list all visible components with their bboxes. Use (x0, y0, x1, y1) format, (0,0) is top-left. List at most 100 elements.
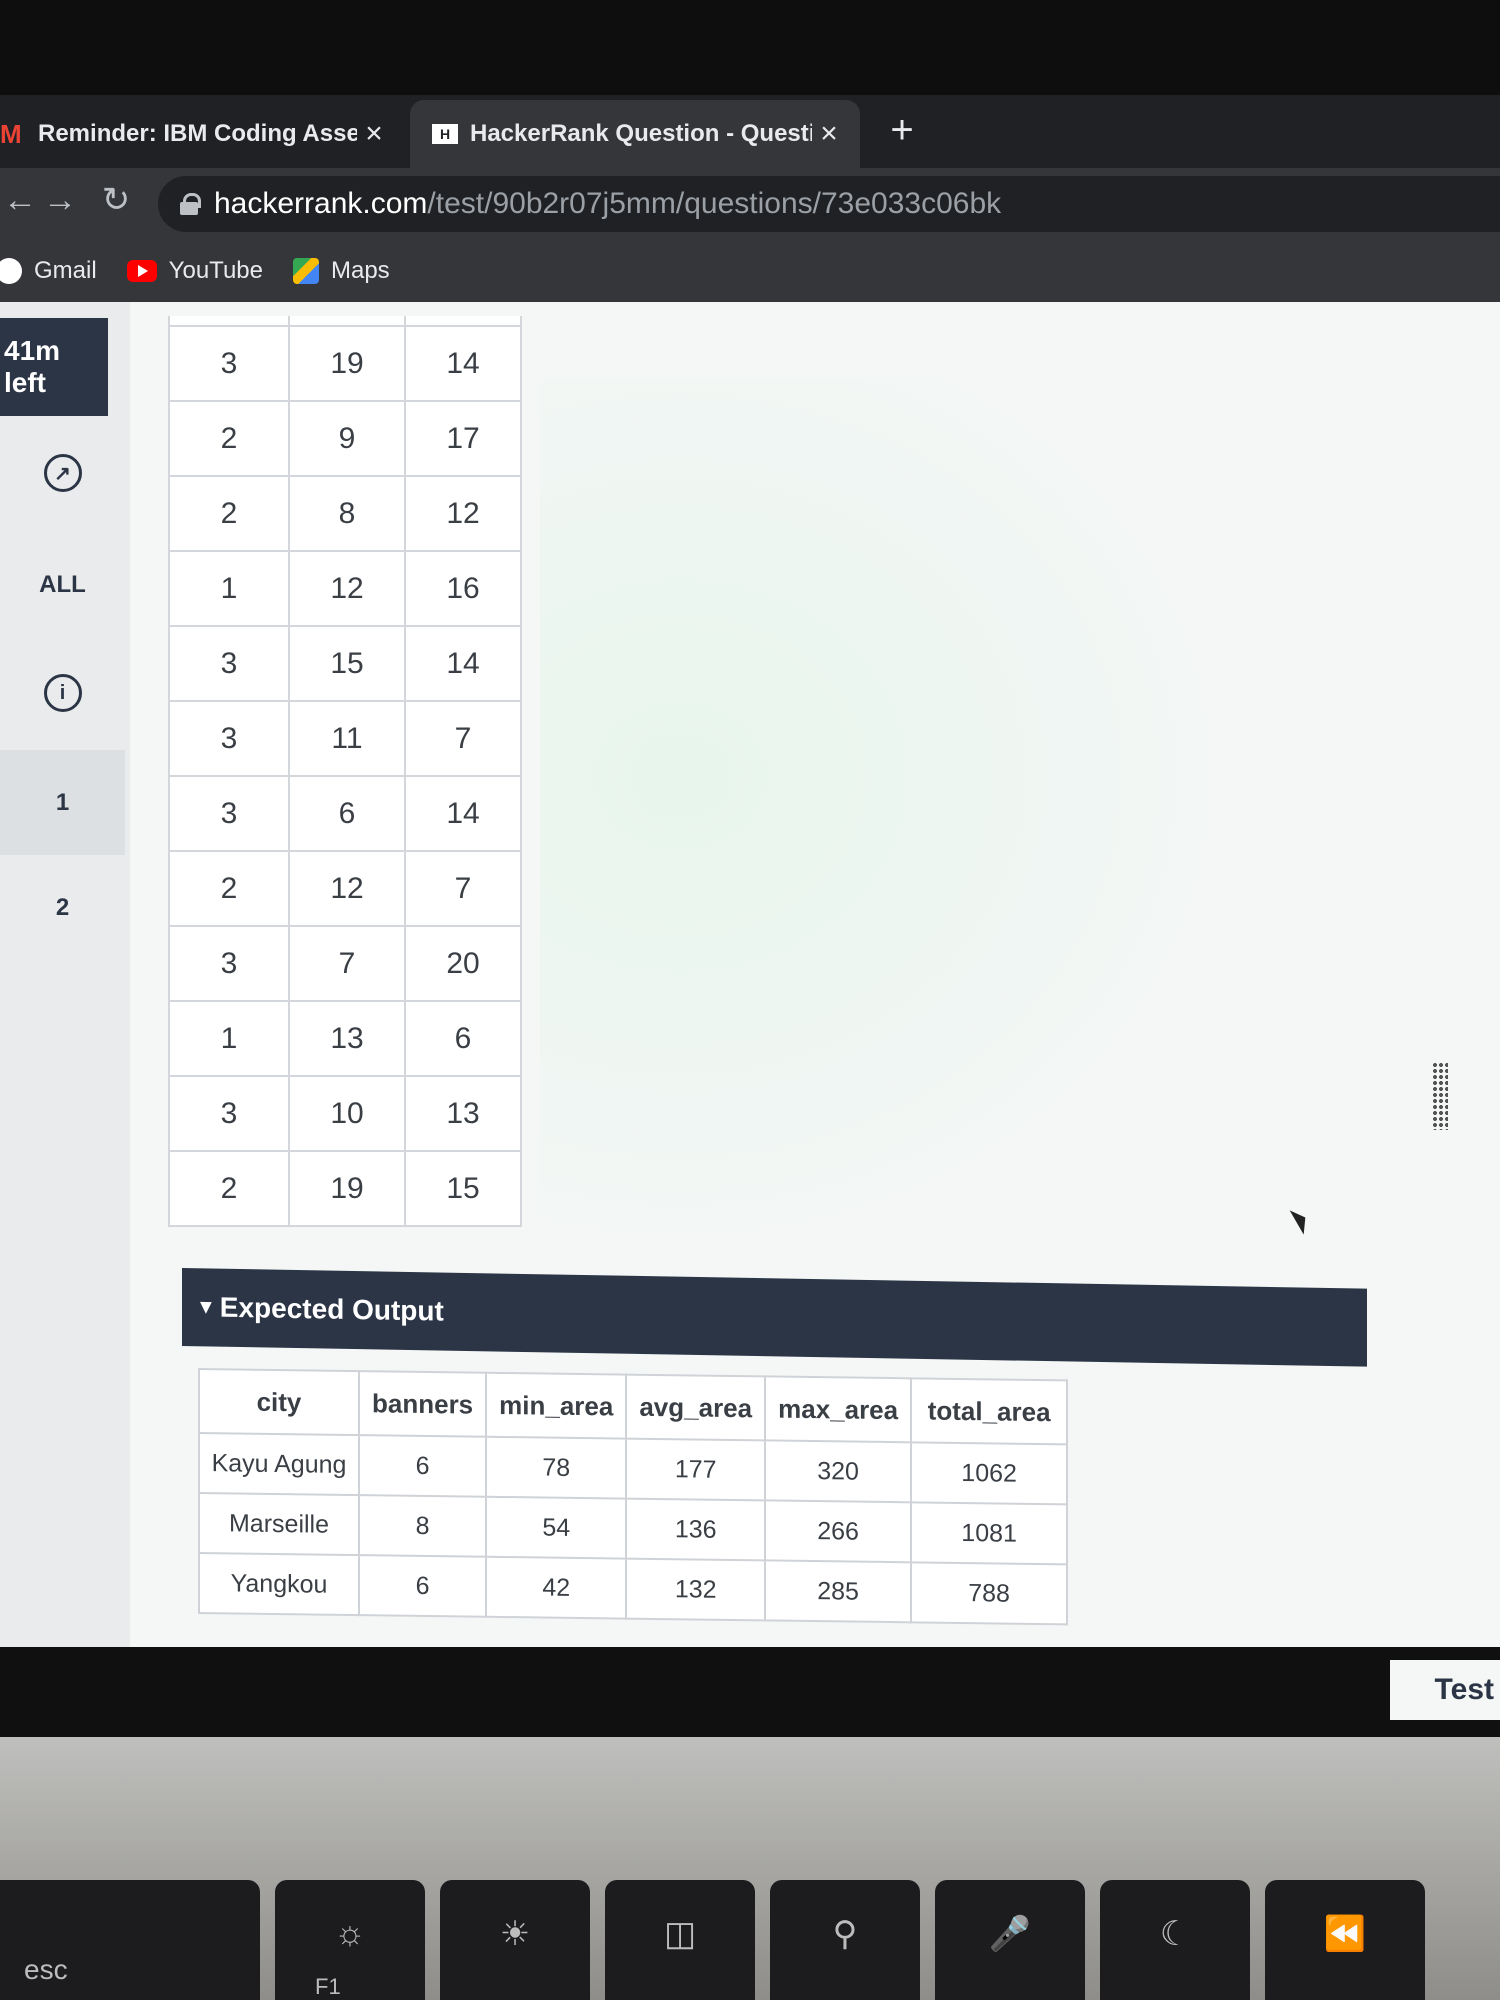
bookmark-label: Gmail (34, 257, 97, 284)
resize-handle[interactable] (1432, 1062, 1448, 1130)
forward-icon[interactable]: → (40, 180, 80, 220)
expected-output-title: Expected Output (219, 1291, 444, 1327)
table-cell: 3 (168, 925, 290, 1002)
screen-photo: M Reminder: IBM Coding Assess × H Hacker… (0, 0, 1500, 2000)
table-cell: 14 (404, 325, 522, 402)
table-cell: 136 (626, 1498, 766, 1561)
reload-icon[interactable]: ↻ (96, 180, 136, 220)
column-header: min_area (486, 1372, 627, 1439)
table-row: Marseille 8 54 136 266 1081 (199, 1493, 1068, 1565)
table-cell: 266 (765, 1500, 912, 1563)
table-cell: 13 (404, 1075, 522, 1152)
table-row: 3 11 7 (168, 700, 522, 777)
f1-key-label: F1 (315, 1974, 341, 1999)
bookmark-gmail[interactable]: Gmail (0, 257, 97, 285)
table-cell: 3 (168, 700, 290, 777)
google-icon (0, 258, 22, 284)
table-cell: 19 (288, 1150, 406, 1227)
f5-key: 🎤 (935, 1880, 1085, 2000)
close-icon[interactable]: × (812, 117, 846, 151)
left-navigation-rail (0, 302, 130, 1647)
table-cell: 8 (288, 475, 406, 552)
table-cell: 285 (765, 1560, 912, 1623)
test-button[interactable]: Test (1390, 1660, 1500, 1720)
column-header: city (199, 1369, 359, 1436)
youtube-icon (126, 260, 157, 282)
back-icon[interactable]: ← (0, 180, 40, 220)
monitor-bezel-bottom (0, 1647, 1500, 1737)
table-cell: 13 (288, 1000, 406, 1077)
esc-key: esc (0, 1880, 260, 2000)
f2-key: ☀ (440, 1880, 590, 2000)
bookmarks-bar: Gmail YouTube Maps (0, 240, 1500, 302)
f3-key: ◫ (605, 1880, 755, 2000)
table-row: 2 9 17 (168, 400, 522, 477)
table-cell (404, 316, 522, 327)
bookmark-label: Maps (330, 257, 390, 284)
table-cell: 7 (288, 925, 406, 1002)
table-cell: 9 (288, 400, 406, 477)
table-cell (288, 316, 406, 327)
maps-icon (292, 258, 319, 284)
brightness-up-icon: ☀ (499, 1915, 531, 1953)
table-cell: 12 (404, 475, 522, 552)
brightness-down-icon: ☼ (334, 1914, 366, 1952)
f6-key: ☾ (1100, 1880, 1250, 2000)
lock-icon (180, 193, 201, 215)
column-header: banners (359, 1371, 487, 1437)
close-icon[interactable]: × (357, 117, 391, 151)
table-cell: 6 (288, 775, 406, 852)
esc-key-label: esc (24, 1954, 68, 1985)
table-cell: 12 (288, 850, 406, 927)
back-arrow-icon[interactable]: ↗ (0, 448, 125, 498)
question-filter-all[interactable]: ALL (0, 560, 125, 610)
table-cell: 1081 (911, 1502, 1068, 1565)
table-cell: 2 (168, 400, 290, 477)
table-row: 2 19 15 (168, 1150, 522, 1227)
table-cell: 11 (288, 700, 406, 777)
question-nav-1[interactable]: 1 (0, 750, 125, 855)
bookmark-maps[interactable]: Maps (292, 257, 390, 285)
table-cell: 1 (168, 550, 290, 627)
tab-ibm-reminder[interactable]: M Reminder: IBM Coding Assess × (0, 100, 405, 168)
search-icon: ⚲ (832, 1915, 858, 1953)
hackerrank-icon: H (432, 124, 458, 144)
tab-label: Reminder: IBM Coding Assess (38, 120, 357, 147)
table-cell: 6 (359, 1435, 487, 1497)
table-cell: 177 (626, 1438, 766, 1501)
table-row: 3 10 13 (168, 1075, 522, 1152)
bookmark-youtube[interactable]: YouTube (126, 257, 263, 285)
table-cell (168, 316, 290, 327)
info-icon[interactable]: i (0, 668, 125, 718)
table-row: 3 19 14 (168, 325, 522, 402)
table-cell: 3 (168, 625, 290, 702)
input-data-table: 3 19 14 2 9 17 2 8 12 1 12 16 3 15 14 3 11 7 3 6 14 2 12 7 3 7 20 1… (168, 316, 522, 1227)
table-row: 2 12 7 (168, 850, 522, 927)
table-row-clipped (168, 316, 522, 327)
url-text: hackerrank.com/test/90b2r07j5mm/question… (214, 187, 1001, 221)
tab-hackerrank[interactable]: H HackerRank Question - Questi × (410, 100, 860, 168)
monitor-bezel-top (0, 0, 1500, 95)
expected-output-table: city banners min_area avg_area max_area total… (198, 1368, 1069, 1626)
column-header: avg_area (626, 1374, 766, 1441)
table-cell: Yangkou (199, 1553, 359, 1616)
table-cell: 12 (288, 550, 406, 627)
table-cell: 54 (486, 1496, 627, 1559)
f7-key: ⏪ (1265, 1880, 1425, 2000)
table-cell: 2 (168, 475, 290, 552)
question-nav-2[interactable]: 2 (0, 855, 125, 960)
table-cell: 132 (626, 1558, 766, 1621)
new-tab-button[interactable]: + (880, 108, 924, 152)
table-header-row: city banners min_area avg_area max_area total… (199, 1369, 1068, 1445)
table-row: 3 6 14 (168, 775, 522, 852)
f1-key: ☼ F1 (275, 1880, 425, 2000)
table-cell: Marseille (199, 1493, 359, 1556)
gmail-icon: M (0, 119, 22, 149)
table-cell: 2 (168, 1150, 290, 1227)
url-path: /test/90b2r07j5mm/questions/73e033c06bk (427, 187, 1002, 220)
info-circle-icon: i (43, 674, 82, 712)
address-bar[interactable]: hackerrank.com/test/90b2r07j5mm/question… (158, 176, 1500, 232)
table-cell: 19 (288, 325, 406, 402)
rewind-icon: ⏪ (1323, 1915, 1367, 1953)
table-cell: 7 (404, 850, 522, 927)
